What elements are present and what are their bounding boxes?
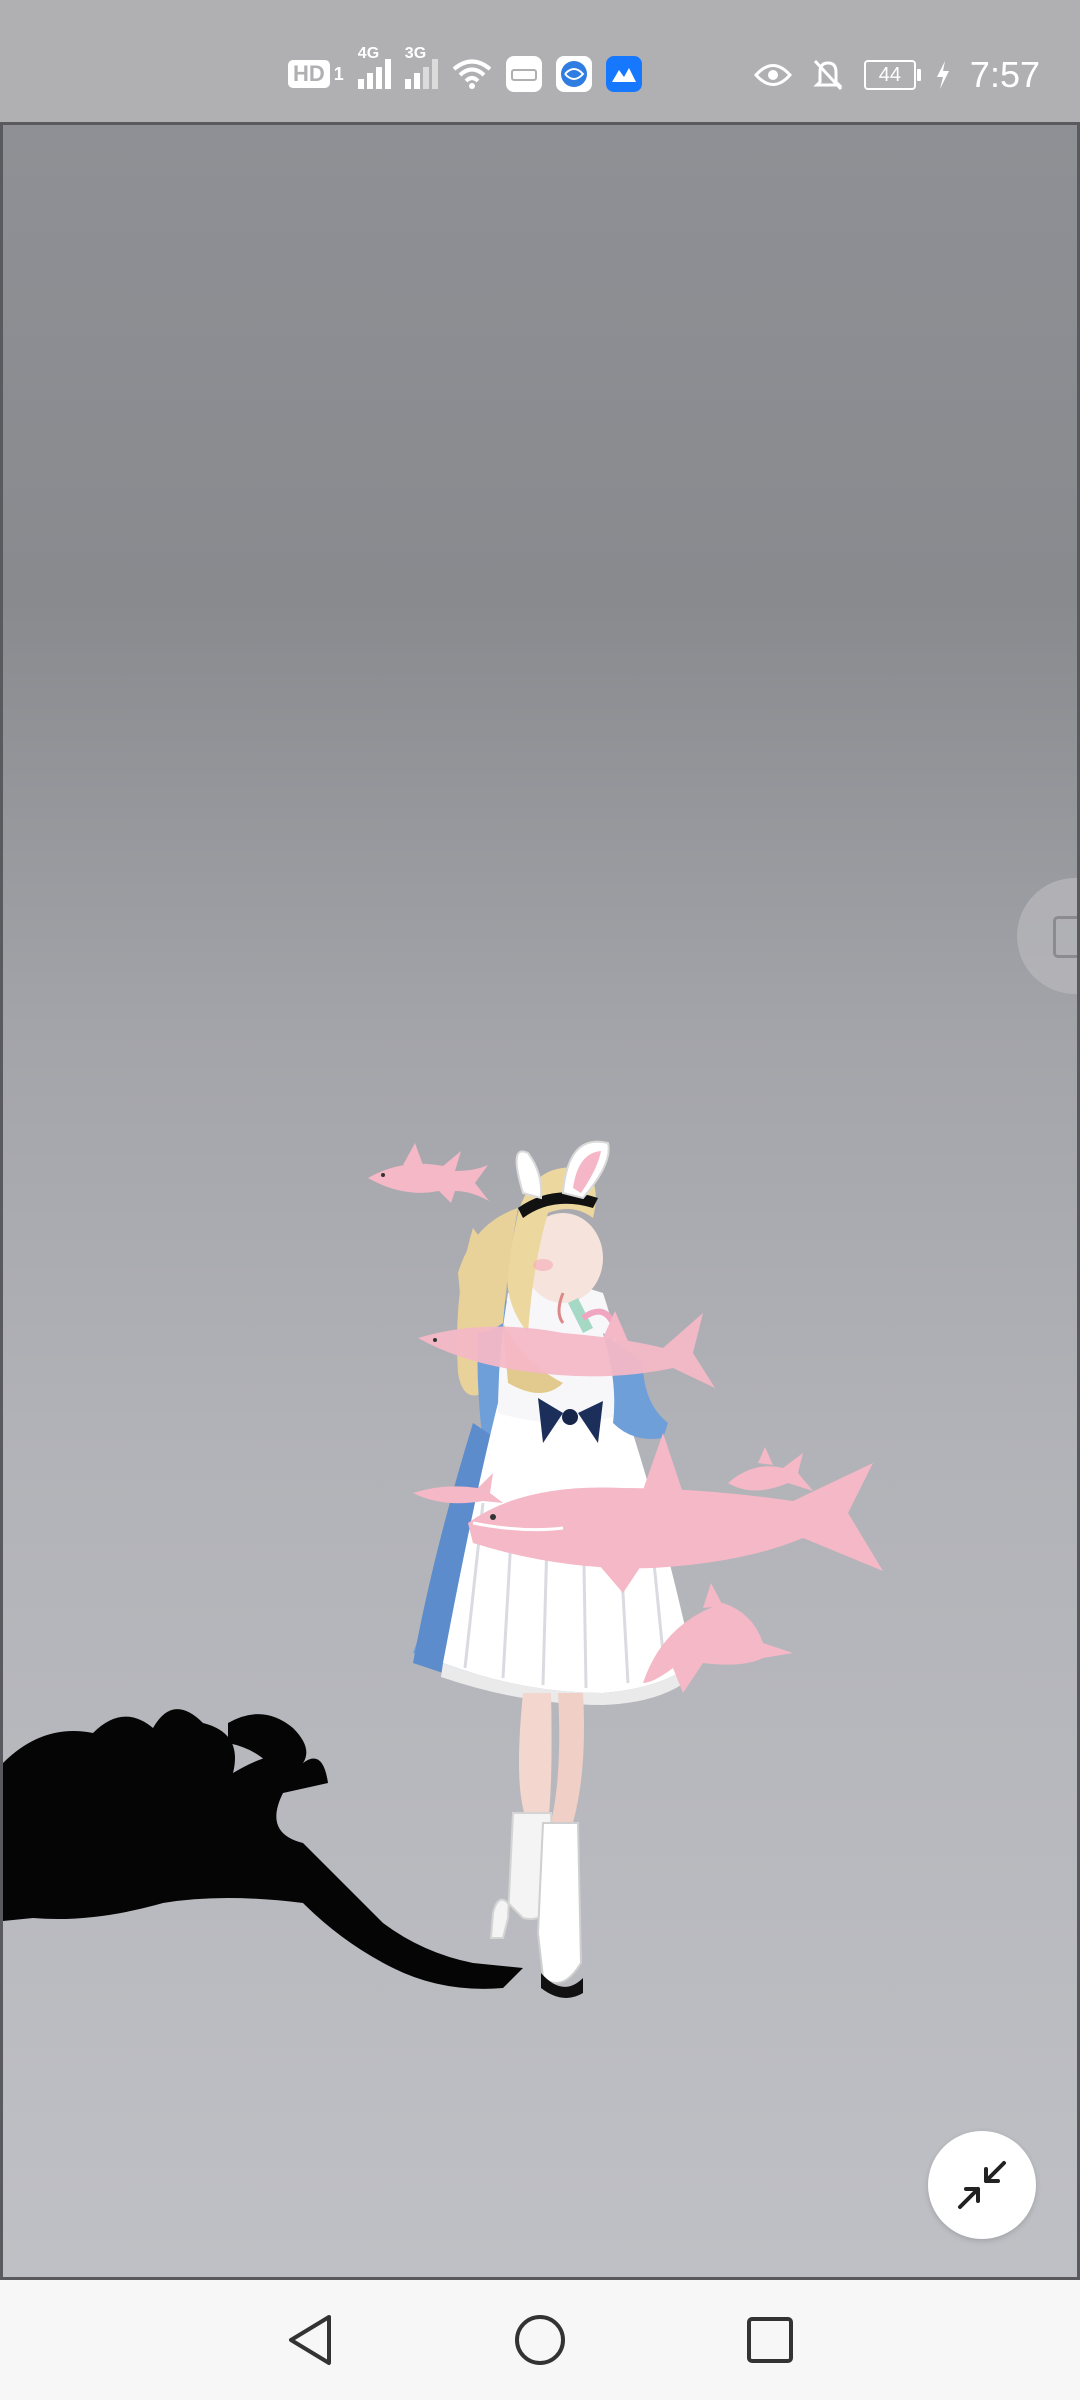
signal-icon-3g: 3G <box>404 45 438 89</box>
battery-icon: 44 <box>863 60 921 90</box>
huawei-app-icon <box>505 56 542 92</box>
system-nav-bar <box>0 2280 1080 2400</box>
battery-level: 44 <box>878 64 902 86</box>
back-triangle-icon <box>289 2315 331 2365</box>
avatar-scene <box>3 1140 883 1998</box>
cloud-app-icon <box>605 56 642 92</box>
window-icon <box>1053 916 1077 958</box>
network-3g-label: 3G <box>404 45 427 62</box>
shark-small-right <box>728 1447 813 1491</box>
bell-muted-icon <box>813 59 843 91</box>
browser-app-icon <box>555 56 592 92</box>
charging-icon <box>936 61 949 89</box>
minimize-arrows-icon <box>958 2161 1006 2209</box>
eye-icon <box>753 64 792 86</box>
shark-small-top <box>368 1143 489 1203</box>
sim-label: 1 <box>333 63 344 84</box>
wifi-icon <box>452 59 492 89</box>
avatar-shadow <box>3 1709 523 1989</box>
nav-back-button[interactable] <box>275 2308 345 2372</box>
recents-square-icon <box>747 2317 793 2363</box>
nav-recents-button[interactable] <box>735 2308 805 2372</box>
signal-icon-4g: 4G <box>357 45 391 89</box>
status-bar: HD 1 4G 3G 44 7:57 <box>0 0 1080 122</box>
status-time: 7:57 <box>969 54 1040 95</box>
nav-home-button[interactable] <box>505 2308 575 2372</box>
avatar-viewer[interactable] <box>0 122 1080 2280</box>
network-4g-label: 4G <box>357 45 380 62</box>
hd-voice-badge: HD <box>288 60 330 88</box>
home-circle-icon <box>515 2315 565 2365</box>
minimize-button[interactable] <box>928 2131 1036 2239</box>
avatar-body <box>413 1140 695 1998</box>
status-right-group: 44 7:57 <box>753 54 1040 96</box>
status-left-group: HD 1 4G 3G <box>288 45 642 92</box>
